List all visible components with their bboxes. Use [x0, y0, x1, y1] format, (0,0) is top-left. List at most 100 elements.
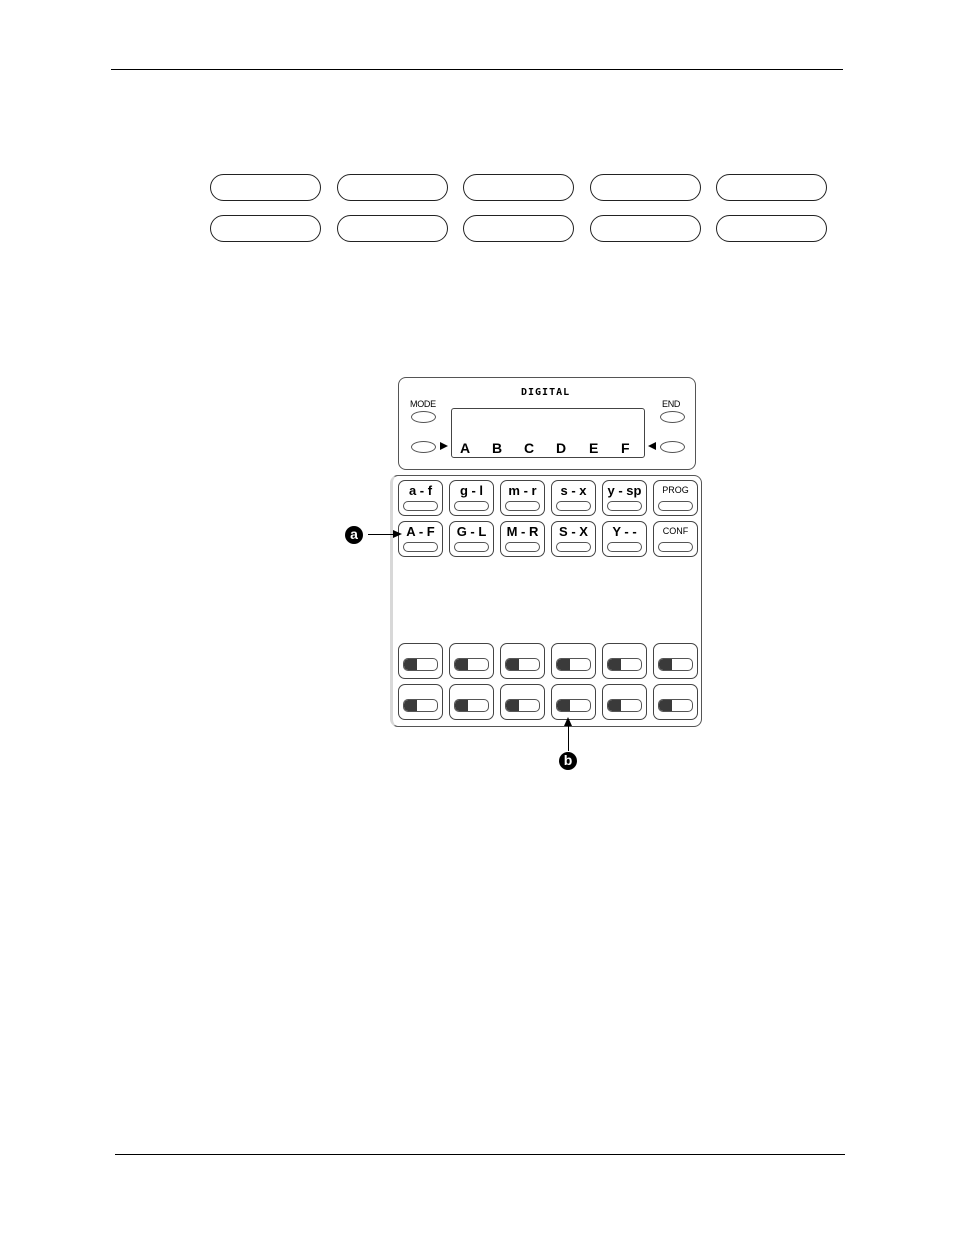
line-key[interactable] — [551, 643, 596, 679]
footer-rule — [115, 1154, 845, 1155]
feature-oval-button[interactable] — [337, 174, 448, 201]
line-key[interactable] — [398, 684, 443, 720]
led-icon — [404, 700, 417, 711]
feature-oval-button[interactable] — [716, 174, 827, 201]
lcd-character: D — [556, 440, 567, 456]
end-button[interactable] — [660, 411, 685, 423]
character-key[interactable]: m - r — [500, 480, 545, 516]
led-icon — [455, 659, 468, 670]
led-icon — [608, 700, 621, 711]
key-label: g - l — [459, 483, 484, 498]
keypad-panel: a - f g - l m - r s - x y - sp PROG A - F G - L… — [390, 475, 702, 727]
feature-oval-button[interactable] — [210, 174, 321, 201]
key-slot — [454, 501, 489, 511]
character-key[interactable]: CONF — [653, 521, 698, 557]
led-icon — [404, 659, 417, 670]
end-label: END — [662, 399, 681, 409]
key-label: A - F — [406, 524, 435, 539]
feature-oval-button[interactable] — [590, 174, 701, 201]
led-indicator-slot — [658, 699, 693, 712]
character-key[interactable]: a - f — [398, 480, 443, 516]
key-label: m - r — [508, 483, 537, 498]
feature-oval-button[interactable] — [463, 215, 574, 242]
right-pointer-icon — [440, 442, 448, 450]
right-scroll-button[interactable] — [660, 441, 685, 453]
lcd-character: B — [492, 440, 503, 456]
line-key[interactable] — [398, 643, 443, 679]
line-key[interactable] — [449, 643, 494, 679]
key-slot — [658, 542, 693, 552]
led-indicator-slot — [403, 699, 438, 712]
character-key[interactable]: Y - - — [602, 521, 647, 557]
callout-b-arrow-line — [568, 724, 569, 751]
lcd-character: E — [589, 440, 599, 456]
feature-oval-button[interactable] — [210, 215, 321, 242]
character-key[interactable]: S - X — [551, 521, 596, 557]
callout-a-arrow-line — [368, 534, 395, 535]
led-icon — [608, 659, 621, 670]
callout-b-arrowhead-icon — [564, 717, 572, 726]
led-icon — [506, 700, 519, 711]
key-label: y - sp — [607, 483, 642, 498]
key-label: Y - - — [612, 524, 637, 539]
feature-oval-button[interactable] — [716, 215, 827, 242]
feature-oval-button[interactable] — [590, 215, 701, 242]
led-icon — [659, 700, 672, 711]
lcd-display: A B C D E F — [451, 408, 645, 458]
key-label: M - R — [506, 524, 539, 539]
led-indicator-slot — [607, 699, 642, 712]
character-key[interactable]: g - l — [449, 480, 494, 516]
key-slot — [403, 501, 438, 511]
led-icon — [659, 659, 672, 670]
line-key[interactable] — [500, 643, 545, 679]
led-icon — [557, 659, 570, 670]
key-slot — [607, 501, 642, 511]
line-key[interactable] — [449, 684, 494, 720]
brand-logo: DIGITAL — [521, 387, 571, 398]
led-indicator-slot — [505, 699, 540, 712]
line-key[interactable] — [551, 684, 596, 720]
left-scroll-button[interactable] — [411, 441, 436, 453]
key-label: PROG — [662, 485, 689, 495]
display-panel: DIGITAL MODE END A B C D E F — [398, 377, 696, 470]
led-indicator-slot — [403, 658, 438, 671]
led-icon — [506, 659, 519, 670]
led-indicator-slot — [556, 699, 591, 712]
key-label: S - X — [559, 524, 588, 539]
key-slot — [607, 542, 642, 552]
led-icon — [557, 700, 570, 711]
mode-button[interactable] — [411, 411, 436, 423]
line-key[interactable] — [653, 643, 698, 679]
character-key[interactable]: s - x — [551, 480, 596, 516]
line-key[interactable] — [602, 643, 647, 679]
key-slot — [556, 501, 591, 511]
line-key[interactable] — [602, 684, 647, 720]
feature-oval-button[interactable] — [337, 215, 448, 242]
line-key[interactable] — [653, 684, 698, 720]
led-indicator-slot — [607, 658, 642, 671]
callout-a-arrowhead-icon — [393, 530, 402, 538]
led-icon — [455, 700, 468, 711]
key-slot — [403, 542, 438, 552]
feature-oval-button[interactable] — [463, 174, 574, 201]
lcd-character: C — [524, 440, 535, 456]
led-indicator-slot — [454, 699, 489, 712]
line-key[interactable] — [500, 684, 545, 720]
led-indicator-slot — [658, 658, 693, 671]
character-key[interactable]: M - R — [500, 521, 545, 557]
led-indicator-slot — [556, 658, 591, 671]
character-key[interactable]: PROG — [653, 480, 698, 516]
key-label: G - L — [456, 524, 487, 539]
mode-label: MODE — [410, 399, 436, 409]
key-label: CONF — [662, 526, 689, 536]
character-key[interactable]: y - sp — [602, 480, 647, 516]
key-slot — [454, 542, 489, 552]
key-slot — [556, 542, 591, 552]
callout-b: b — [559, 752, 577, 770]
character-key[interactable]: G - L — [449, 521, 494, 557]
led-indicator-slot — [454, 658, 489, 671]
character-key[interactable]: A - F — [398, 521, 443, 557]
header-rule — [111, 69, 843, 70]
lcd-character: A — [460, 440, 471, 456]
key-slot — [505, 501, 540, 511]
